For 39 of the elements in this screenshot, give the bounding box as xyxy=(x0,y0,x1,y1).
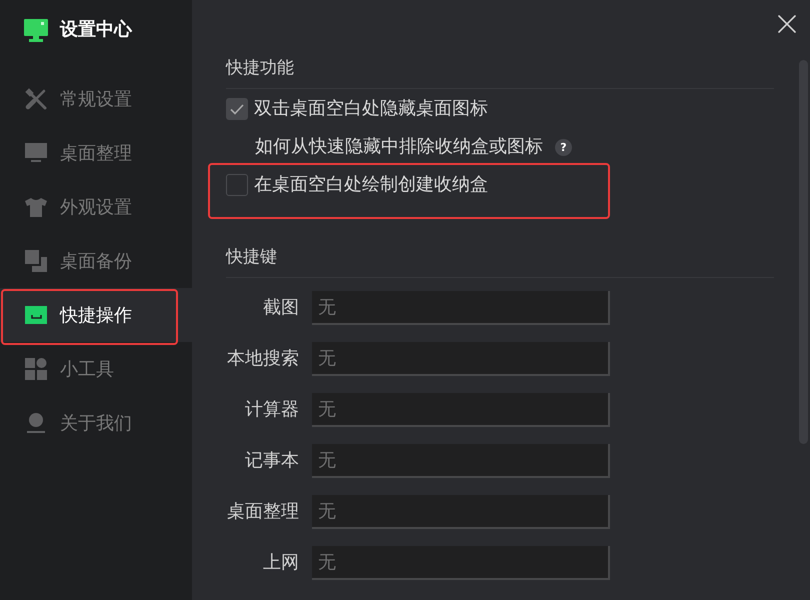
enter-key-icon xyxy=(25,304,47,326)
shortcut-field[interactable]: 无 xyxy=(312,495,610,529)
section-heading: 快捷功能 xyxy=(226,56,774,89)
shortcut-field[interactable]: 无 xyxy=(312,546,610,580)
tools-icon xyxy=(25,88,47,110)
sidebar-item[interactable]: 常规设置 xyxy=(0,72,192,126)
monitor-icon xyxy=(25,142,47,164)
overlapping-squares-icon xyxy=(25,250,47,272)
help-text: 如何从快速隐藏中排除收纳盒或图标 xyxy=(255,136,543,158)
shortcut-label: 桌面整理 xyxy=(226,500,299,524)
shortcut-label: 截图 xyxy=(262,296,299,320)
checkbox-label[interactable]: 双击桌面空白处隐藏桌面图标 xyxy=(254,98,488,120)
checkmark-icon xyxy=(230,104,244,114)
close-icon xyxy=(778,15,796,33)
sidebar-item[interactable]: 外观设置 xyxy=(0,180,192,234)
shortcut-label: 计算器 xyxy=(244,398,299,422)
shortcut-field[interactable]: 无 xyxy=(312,393,610,427)
shortcut-label: 记事本 xyxy=(244,449,299,473)
sidebar-item[interactable]: 小工具 xyxy=(0,342,192,396)
sidebar-item[interactable]: 快捷操作 xyxy=(0,288,192,342)
sidebar-item[interactable]: 关于我们 xyxy=(0,396,192,450)
tiles-icon xyxy=(25,358,47,380)
help-icon[interactable]: ? xyxy=(555,138,572,156)
close-button[interactable] xyxy=(778,15,796,33)
checkbox-label[interactable]: 在桌面空白处绘制创建收纳盒 xyxy=(254,174,488,196)
app-title: 设置中心 xyxy=(60,18,132,42)
checkbox[interactable] xyxy=(226,174,248,196)
section-heading: 快捷键 xyxy=(226,245,774,278)
shortcut-label: 本地搜索 xyxy=(226,347,299,371)
shortcut-field[interactable]: 无 xyxy=(312,444,610,478)
monitor-logo-icon xyxy=(24,18,48,42)
t-shirt-icon xyxy=(25,196,47,218)
shortcut-label: 上网 xyxy=(262,551,299,575)
shortcut-field[interactable]: 无 xyxy=(312,342,610,376)
shortcut-field[interactable]: 无 xyxy=(312,291,610,325)
checkbox[interactable] xyxy=(226,98,248,120)
user-icon xyxy=(25,412,47,434)
sidebar-item[interactable]: 桌面备份 xyxy=(0,234,192,288)
sidebar-item[interactable]: 桌面整理 xyxy=(0,126,192,180)
